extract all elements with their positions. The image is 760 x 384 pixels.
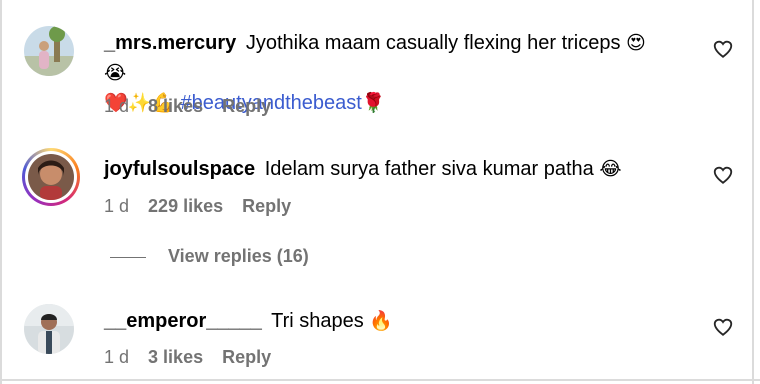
- comment-time: 1 d: [104, 96, 130, 116]
- comment-meta: 1 d 3 likes Reply: [104, 347, 285, 368]
- heart-outline-icon[interactable]: [712, 38, 734, 60]
- comment-body: Jyothika maam casually flexing her trice…: [245, 32, 621, 54]
- reply-button[interactable]: Reply: [222, 347, 271, 367]
- avatar: [28, 154, 74, 200]
- view-replies-label: View replies (16): [168, 246, 309, 266]
- comment-emoji: 😂: [599, 158, 622, 180]
- comment-emoji: 🔥: [369, 310, 393, 332]
- comment-username[interactable]: joyfulsoulspace: [104, 158, 255, 180]
- comment-meta: 1 d 8 likes Reply: [104, 96, 285, 117]
- likes-count[interactable]: 3 likes: [148, 347, 203, 367]
- comment-text: joyfulsoulspace Idelam surya father siva…: [104, 154, 664, 184]
- likes-count[interactable]: 229 likes: [148, 196, 223, 216]
- right-divider: [752, 0, 754, 384]
- comment-meta: 1 d 229 likes Reply: [104, 196, 305, 217]
- view-replies-button[interactable]: View replies (16): [110, 246, 309, 267]
- comment-username[interactable]: __emperor_____: [104, 310, 262, 332]
- comment-body: Idelam surya father siva kumar patha: [264, 158, 594, 180]
- avatar-story-ring[interactable]: [22, 148, 80, 206]
- avatar[interactable]: [24, 304, 74, 354]
- comment-emoji: 🌹: [361, 92, 386, 114]
- heart-outline-icon[interactable]: [712, 316, 734, 338]
- left-divider: [0, 0, 2, 384]
- comment-username[interactable]: _mrs.mercury: [104, 32, 236, 54]
- comment-body: Tri shapes: [271, 310, 364, 332]
- heart-outline-icon[interactable]: [712, 164, 734, 186]
- comment-time: 1 d: [104, 347, 130, 367]
- replies-divider: [110, 256, 146, 258]
- comment-text: __emperor_____ Tri shapes 🔥: [104, 306, 664, 336]
- comment-time: 1 d: [104, 196, 130, 216]
- reply-button[interactable]: Reply: [222, 96, 271, 116]
- avatar[interactable]: [24, 26, 74, 76]
- likes-count[interactable]: 8 likes: [148, 96, 203, 116]
- bottom-divider: [0, 379, 760, 381]
- reply-button[interactable]: Reply: [242, 196, 291, 216]
